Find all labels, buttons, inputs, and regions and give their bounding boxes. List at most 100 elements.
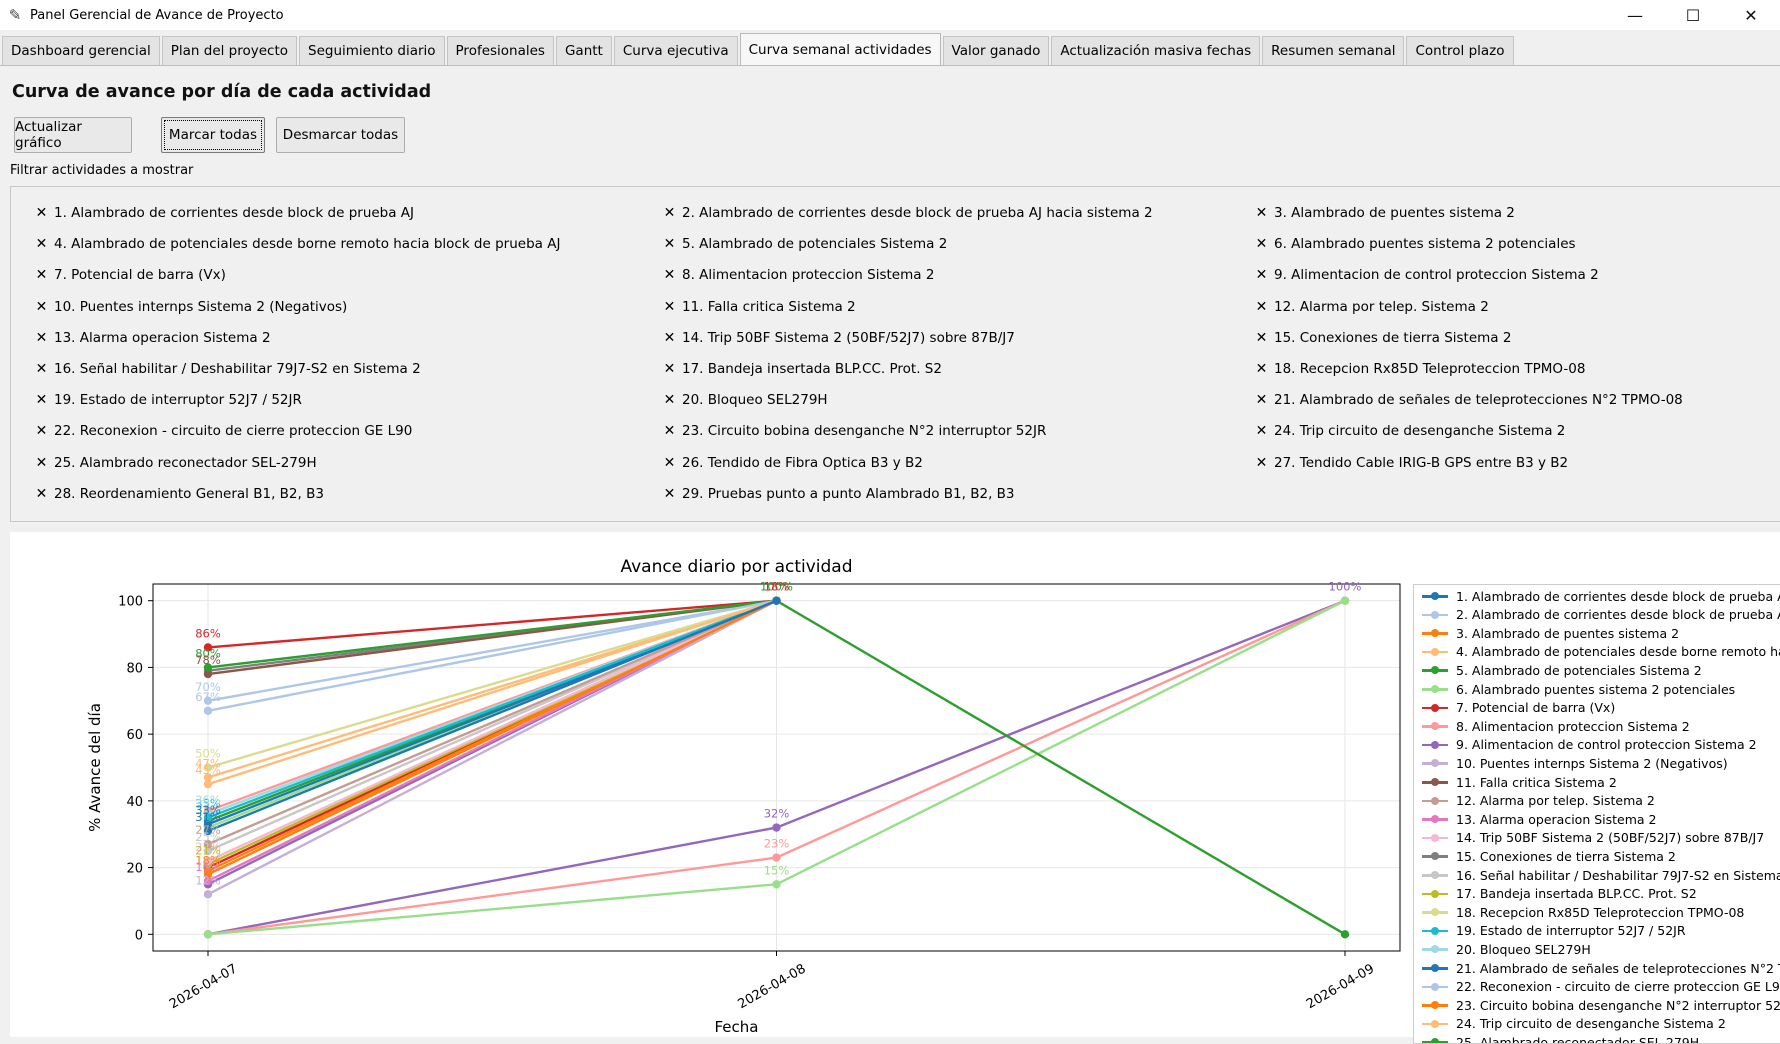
tab-1[interactable]: Dashboard gerencial: [2, 36, 160, 65]
tab-3[interactable]: Seguimiento diario: [299, 36, 445, 65]
maximize-icon[interactable]: ☐: [1664, 0, 1722, 30]
checkbox-icon[interactable]: ✕: [663, 268, 676, 282]
activity-checkbox[interactable]: ✕ 15. Conexiones de tierra Sistema 2: [1255, 328, 1512, 348]
activity-checkbox[interactable]: ✕ 2. Alambrado de corrientes desde block …: [663, 203, 1153, 223]
activity-checkbox[interactable]: ✕ 1. Alambrado de corrientes desde block …: [35, 203, 414, 223]
checkbox-icon[interactable]: ✕: [1255, 362, 1268, 376]
activity-checkbox[interactable]: ✕ 12. Alarma por telep. Sistema 2: [1255, 297, 1489, 317]
checkbox-icon[interactable]: ✕: [1255, 300, 1268, 314]
checkbox-icon[interactable]: ✕: [35, 362, 48, 376]
legend-swatch-icon: [1422, 832, 1448, 844]
checkbox-icon[interactable]: ✕: [35, 331, 48, 345]
series-point-10: [203, 890, 213, 899]
activity-label: 29. Pruebas punto a punto Alambrado B1, …: [682, 485, 1015, 502]
checkbox-icon[interactable]: ✕: [35, 237, 48, 251]
legend-item: 9. Alimentacion de control proteccion Si…: [1422, 736, 1757, 754]
checkbox-icon[interactable]: ✕: [35, 456, 48, 470]
activity-checkbox[interactable]: ✕ 25. Alambrado reconectador SEL-279H: [35, 453, 317, 473]
checkbox-icon[interactable]: ✕: [663, 206, 676, 220]
activity-checkbox[interactable]: ✕ 23. Circuito bobina desenganche N°2 int…: [663, 421, 1047, 441]
update-chart-button[interactable]: Actualizar gráfico: [14, 117, 132, 153]
checkbox-icon[interactable]: ✕: [663, 393, 676, 407]
legend-swatch-icon: [1422, 943, 1448, 955]
legend-item: 25. Alambrado reconectador SEL-279H: [1422, 1033, 1700, 1044]
activity-label: 14. Trip 50BF Sistema 2 (50BF/52J7) sobr…: [682, 329, 1015, 346]
activity-checkbox[interactable]: ✕ 7. Potencial de barra (Vx): [35, 265, 226, 285]
activity-checkbox[interactable]: ✕ 18. Recepcion Rx85D Teleproteccion TPMO…: [1255, 359, 1586, 379]
activity-checkbox[interactable]: ✕ 3. Alambrado de puentes sistema 2: [1255, 203, 1515, 223]
legend-label: 9. Alimentacion de control proteccion Si…: [1456, 737, 1757, 753]
legend-swatch-icon: [1422, 590, 1448, 602]
activity-label: 1. Alambrado de corrientes desde block d…: [54, 205, 415, 221]
legend-swatch-icon: [1422, 683, 1448, 695]
checkbox-icon[interactable]: ✕: [35, 487, 48, 501]
activity-checkbox[interactable]: ✕ 11. Falla critica Sistema 2: [663, 297, 856, 317]
x-tick-label: 2026-04-09: [1304, 961, 1377, 1012]
tab-8[interactable]: Valor ganado: [942, 36, 1050, 65]
activity-checkbox[interactable]: ✕ 5. Alambrado de potenciales Sistema 2: [663, 234, 948, 254]
activity-checkbox[interactable]: ✕ 19. Estado de interruptor 52J7 / 52JR: [35, 390, 302, 410]
tab-6[interactable]: Curva ejecutiva: [613, 36, 738, 65]
activity-checkbox[interactable]: ✕ 20. Bloqueo SEL279H: [663, 390, 828, 410]
activity-checkbox[interactable]: ✕ 4. Alambrado de potenciales desde borne…: [35, 234, 561, 254]
legend-label: 22. Reconexion - circuito de cierre prot…: [1456, 979, 1780, 995]
legend-label: 25. Alambrado reconectador SEL-279H: [1456, 1034, 1700, 1044]
activity-checkbox[interactable]: ✕ 24. Trip circuito de desenganche Sistem…: [1255, 421, 1566, 441]
tab-2[interactable]: Plan del proyecto: [161, 36, 298, 65]
legend-item: 8. Alimentacion proteccion Sistema 2: [1422, 717, 1690, 735]
activity-checkbox[interactable]: ✕ 16. Señal habilitar / Deshabilitar 79J7…: [35, 359, 421, 379]
checkbox-icon[interactable]: ✕: [663, 487, 676, 501]
activity-checkbox[interactable]: ✕ 27. Tendido Cable IRIG-B GPS entre B3 y…: [1255, 453, 1569, 473]
activity-checkbox[interactable]: ✕ 17. Bandeja insertada BLP.CC. Prot. S2: [663, 359, 942, 379]
checkbox-icon[interactable]: ✕: [663, 362, 676, 376]
activity-checkbox[interactable]: ✕ 21. Alambrado de señales de teleprotecc…: [1255, 390, 1683, 410]
legend-swatch-icon: [1422, 739, 1448, 751]
activity-label: 17. Bandeja insertada BLP.CC. Prot. S2: [682, 361, 942, 377]
checkbox-icon[interactable]: ✕: [35, 206, 48, 220]
activity-checkbox[interactable]: ✕ 22. Reconexion - circuito de cierre pro…: [35, 421, 413, 441]
checkbox-icon[interactable]: ✕: [663, 237, 676, 251]
uncheck-all-button[interactable]: Desmarcar todas: [276, 117, 405, 153]
checkbox-icon[interactable]: ✕: [35, 424, 48, 438]
minimize-icon[interactable]: —: [1606, 0, 1664, 30]
activity-checkbox[interactable]: ✕ 26. Tendido de Fibra Optica B3 y B2: [663, 453, 923, 473]
checkbox-icon[interactable]: ✕: [1255, 206, 1268, 220]
checkbox-icon[interactable]: ✕: [35, 268, 48, 282]
checkbox-icon[interactable]: ✕: [663, 331, 676, 345]
legend-item: 23. Circuito bobina desenganche N°2 inte…: [1422, 996, 1780, 1014]
legend-label: 4. Alambrado de potenciales desde borne …: [1456, 644, 1780, 660]
checkbox-icon[interactable]: ✕: [1255, 393, 1268, 407]
tab-11[interactable]: Control plazo: [1406, 36, 1514, 65]
activity-checkbox[interactable]: ✕ 14. Trip 50BF Sistema 2 (50BF/52J7) sob…: [663, 328, 1015, 348]
activity-label: 25. Alambrado reconectador SEL-279H: [54, 454, 317, 471]
activity-checkbox[interactable]: ✕ 9. Alimentacion de control proteccion S…: [1255, 265, 1599, 285]
checkbox-icon[interactable]: ✕: [1255, 237, 1268, 251]
legend-swatch-icon: [1422, 888, 1448, 900]
check-all-button[interactable]: Marcar todas: [161, 117, 265, 153]
checkbox-icon[interactable]: ✕: [663, 424, 676, 438]
activity-label: 26. Tendido de Fibra Optica B3 y B2: [682, 454, 923, 471]
series-line-2: [207, 599, 777, 712]
close-icon[interactable]: ✕: [1722, 0, 1780, 30]
checkbox-icon[interactable]: ✕: [663, 456, 676, 470]
checkbox-icon[interactable]: ✕: [1255, 456, 1268, 470]
tab-7[interactable]: Curva semanal actividades: [739, 33, 941, 65]
tab-9[interactable]: Actualización masiva fechas: [1051, 36, 1261, 65]
tab-5[interactable]: Gantt: [555, 36, 612, 65]
checkbox-icon[interactable]: ✕: [663, 300, 676, 314]
checkbox-icon[interactable]: ✕: [35, 300, 48, 314]
checkbox-icon[interactable]: ✕: [1255, 424, 1268, 438]
activity-checkbox[interactable]: ✕ 13. Alarma operacion Sistema 2: [35, 328, 271, 348]
activity-checkbox[interactable]: ✕ 28. Reordenamiento General B1, B2, B3: [35, 484, 324, 504]
tab-10[interactable]: Resumen semanal: [1262, 36, 1405, 65]
activity-checkbox[interactable]: ✕ 10. Puentes internps Sistema 2 (Negativ…: [35, 297, 348, 317]
checkbox-icon[interactable]: ✕: [1255, 331, 1268, 345]
checkbox-icon[interactable]: ✕: [1255, 268, 1268, 282]
activity-checkbox[interactable]: ✕ 29. Pruebas punto a punto Alambrado B1,…: [663, 484, 1015, 504]
tab-4[interactable]: Profesionales: [446, 36, 554, 65]
activity-checkbox[interactable]: ✕ 8. Alimentacion proteccion Sistema 2: [663, 265, 935, 285]
legend-item: 22. Reconexion - circuito de cierre prot…: [1422, 978, 1780, 996]
activity-label: 3. Alambrado de puentes sistema 2: [1274, 205, 1515, 221]
checkbox-icon[interactable]: ✕: [35, 393, 48, 407]
activity-checkbox[interactable]: ✕ 6. Alambrado puentes sistema 2 potencia…: [1255, 234, 1576, 254]
